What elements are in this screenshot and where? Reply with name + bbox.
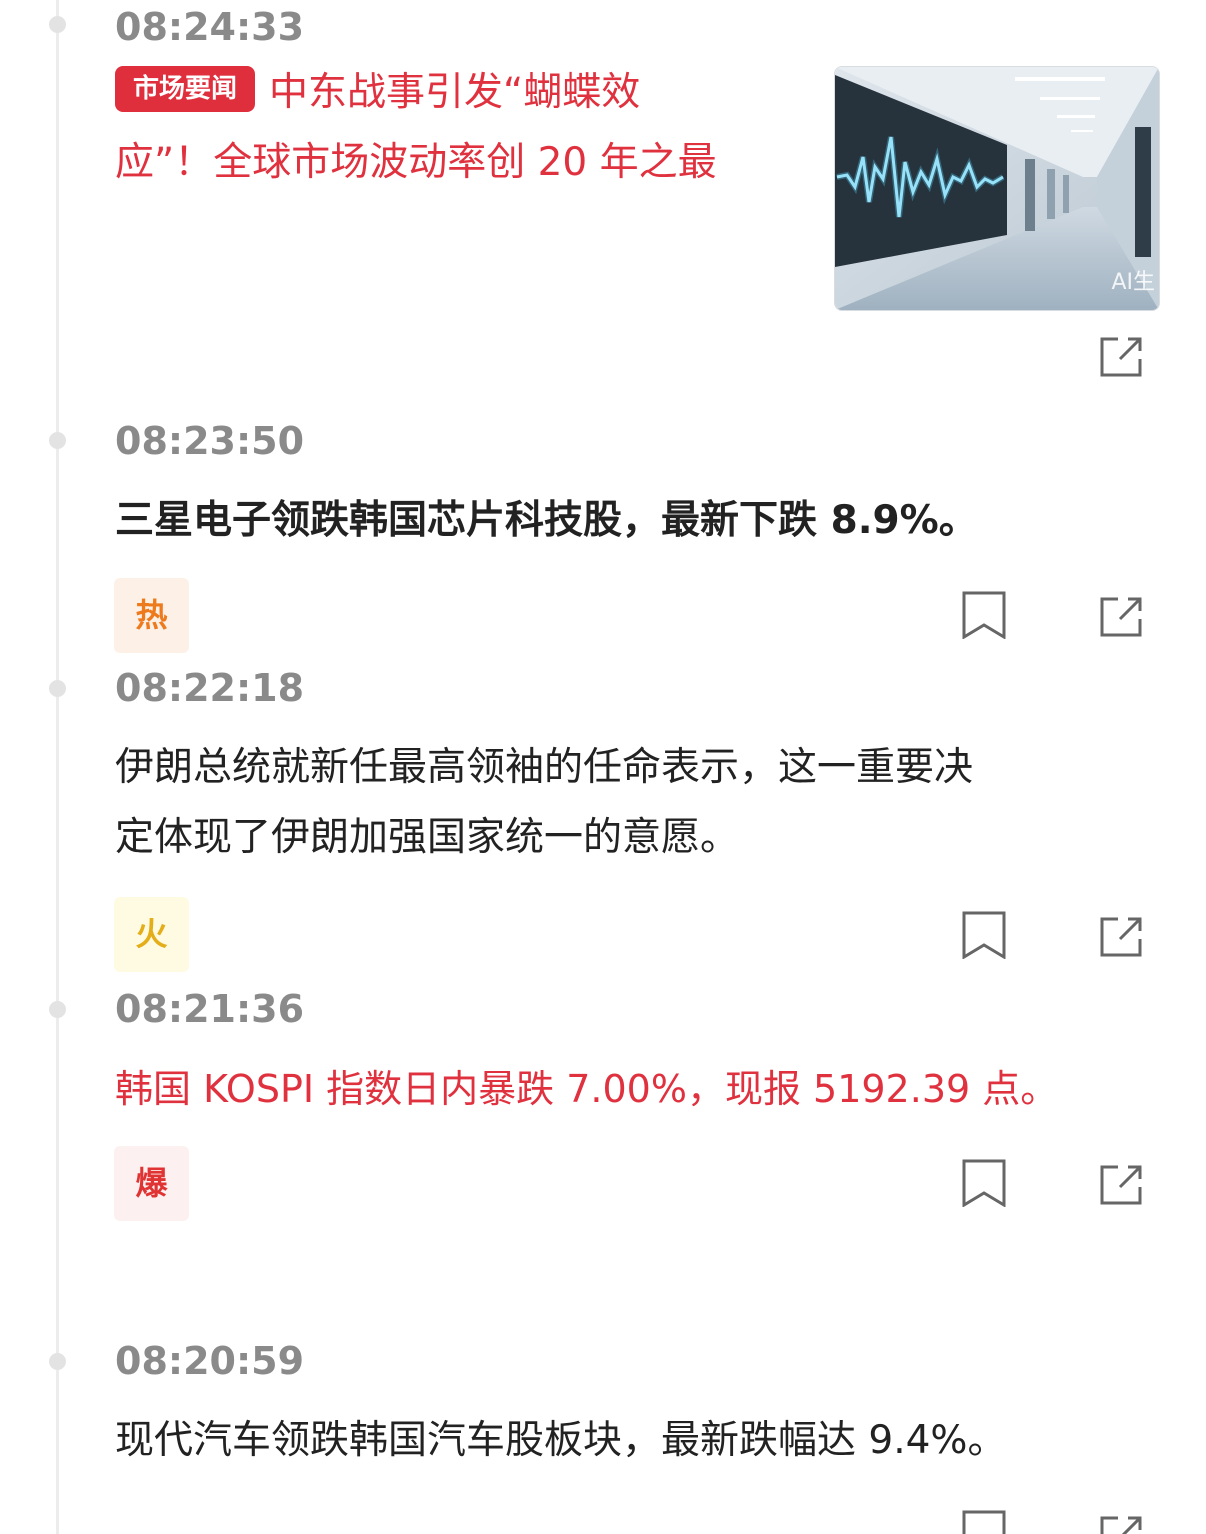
item-time: 08:20:59 <box>115 1339 305 1383</box>
share-icon[interactable] <box>1098 1512 1146 1534</box>
bookmark-icon[interactable] <box>960 1159 1008 1207</box>
timeline-dot <box>49 680 66 697</box>
timeline-dot <box>49 432 66 449</box>
item-headline[interactable]: 伊朗总统就新任最高领袖的任命表示，这一重要决 定体现了伊朗加强国家统一的意愿。 <box>115 733 1175 873</box>
news-thumbnail[interactable]: AI生 <box>834 66 1160 311</box>
share-icon[interactable] <box>1098 913 1146 961</box>
fire-badge: 火 <box>114 897 189 972</box>
item-time: 08:24:33 <box>115 5 305 49</box>
category-tag: 市场要闻 <box>115 66 256 112</box>
headline-line-2: 定体现了伊朗加强国家统一的意愿。 <box>115 815 740 860</box>
timeline-dot <box>49 16 66 33</box>
item-time: 08:22:18 <box>115 666 305 710</box>
bookmark-icon[interactable] <box>960 591 1008 639</box>
item-headline[interactable]: 市场要闻 中东战事引发“蝴蝶效 应”！全球市场波动率创 20 年之最 <box>115 58 805 198</box>
item-time: 08:23:50 <box>115 419 305 463</box>
timeline-dot <box>49 1001 66 1018</box>
hot-badge: 热 <box>114 578 189 653</box>
item-headline[interactable]: 三星电子领跌韩国芯片科技股，最新下跌 8.9%。 <box>115 486 978 556</box>
bookmark-icon[interactable] <box>960 911 1008 959</box>
news-feed: 08:24:33 市场要闻 中东战事引发“蝴蝶效 应”！全球市场波动率创 20 年… <box>0 0 1206 1534</box>
headline-line-1: 伊朗总统就新任最高领袖的任命表示，这一重要决 <box>115 745 974 790</box>
timeline-line <box>56 0 59 1534</box>
timeline-dot <box>49 1353 66 1370</box>
item-headline[interactable]: 现代汽车领跌韩国汽车股板块，最新跌幅达 9.4%。 <box>115 1406 1006 1476</box>
headline-line-2: 应”！全球市场波动率创 20 年之最 <box>115 140 717 185</box>
share-icon[interactable] <box>1098 1161 1146 1209</box>
headline-line-1: 中东战事引发“蝴蝶效 <box>269 70 641 115</box>
share-icon[interactable] <box>1098 593 1146 641</box>
item-headline[interactable]: 韩国 KOSPI 指数日内暴跌 7.00%，现报 5192.39 点。 <box>115 1054 1058 1124</box>
boom-badge: 爆 <box>114 1146 189 1221</box>
thumbnail-caption: AI生 <box>1111 270 1155 295</box>
bookmark-icon[interactable] <box>960 1510 1008 1534</box>
item-time: 08:21:36 <box>115 987 305 1031</box>
share-icon[interactable] <box>1098 333 1146 381</box>
